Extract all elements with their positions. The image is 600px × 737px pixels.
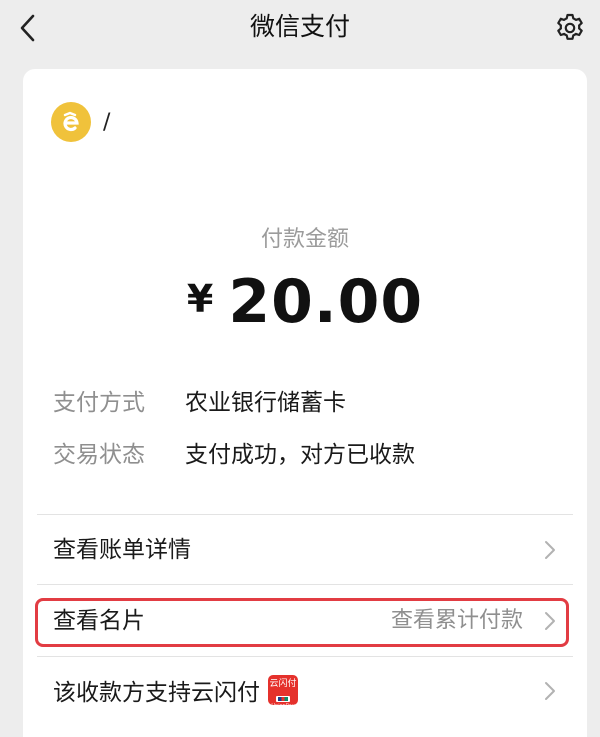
- unionpay-flag-icon: [276, 696, 290, 702]
- merchant-name: /: [103, 109, 111, 135]
- navigation-bar: 微信支付: [0, 0, 600, 56]
- highlight-outline: [35, 598, 569, 647]
- unionpay-support-text: 该收款方支持云闪付: [53, 680, 260, 706]
- divider: [37, 656, 573, 657]
- payment-card: / 付款金额 ¥20.00 支付方式 农业银行储蓄卡 交易状态 支付成功，对方已…: [23, 69, 587, 737]
- chevron-right-icon: [545, 682, 555, 700]
- bill-details-label: 查看账单详情: [53, 537, 191, 563]
- settings-button[interactable]: [550, 9, 590, 47]
- divider: [37, 514, 573, 515]
- chevron-right-icon: [545, 541, 555, 559]
- amount-label: 付款金额: [260, 227, 349, 252]
- unionpay-logo-icon: 云闪付UnionPay: [268, 675, 298, 705]
- divider: [37, 584, 573, 585]
- merchant-logo-icon: [51, 102, 91, 142]
- transaction-status-row: 交易状态 支付成功，对方已收款: [53, 439, 415, 471]
- currency-symbol: ¥: [186, 277, 215, 321]
- transaction-status-label: 交易状态: [53, 442, 145, 468]
- transaction-status-value: 支付成功，对方已收款: [185, 442, 415, 468]
- merchant-row[interactable]: /: [51, 101, 110, 143]
- payment-method-value: 农业银行储蓄卡: [185, 390, 346, 416]
- page-title: 微信支付: [249, 12, 350, 41]
- payment-method-label: 支付方式: [53, 390, 145, 416]
- unionpay-support-label: 该收款方支持云闪付云闪付UnionPay: [53, 675, 298, 709]
- amount-value: 20.00: [228, 267, 424, 337]
- payment-method-row: 支付方式 农业银行储蓄卡: [53, 387, 346, 419]
- payment-amount: ¥20.00: [23, 267, 587, 337]
- unionpay-badge-text: 云闪付: [269, 679, 297, 689]
- unionpay-support-row[interactable]: 该收款方支持云闪付云闪付UnionPay: [23, 661, 587, 721]
- bill-details-row[interactable]: 查看账单详情: [23, 520, 587, 580]
- gear-icon: [557, 13, 583, 40]
